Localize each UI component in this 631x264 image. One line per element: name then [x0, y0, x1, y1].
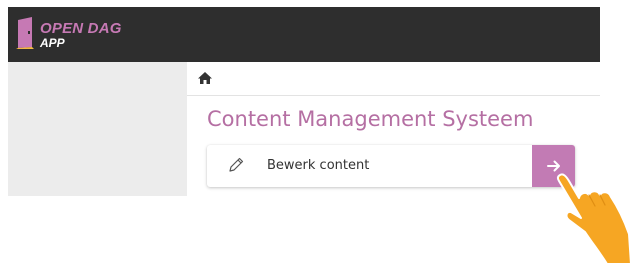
app-header: OPEN DAG APP — [8, 7, 600, 62]
breadcrumb — [187, 62, 600, 96]
pointing-hand-icon — [556, 173, 631, 264]
pencil-icon — [229, 157, 244, 172]
edit-content-card[interactable]: Bewerk content — [207, 145, 575, 187]
page-title: Content Management Systeem — [207, 107, 534, 131]
logo-text-secondary: APP — [40, 36, 65, 50]
home-icon[interactable] — [198, 71, 212, 85]
edit-content-label: Bewerk content — [267, 158, 370, 173]
logo-text-primary: OPEN DAG — [40, 20, 122, 37]
sidebar — [8, 62, 187, 196]
arrow-right-icon — [546, 160, 560, 172]
door-logo-icon — [16, 17, 34, 49]
